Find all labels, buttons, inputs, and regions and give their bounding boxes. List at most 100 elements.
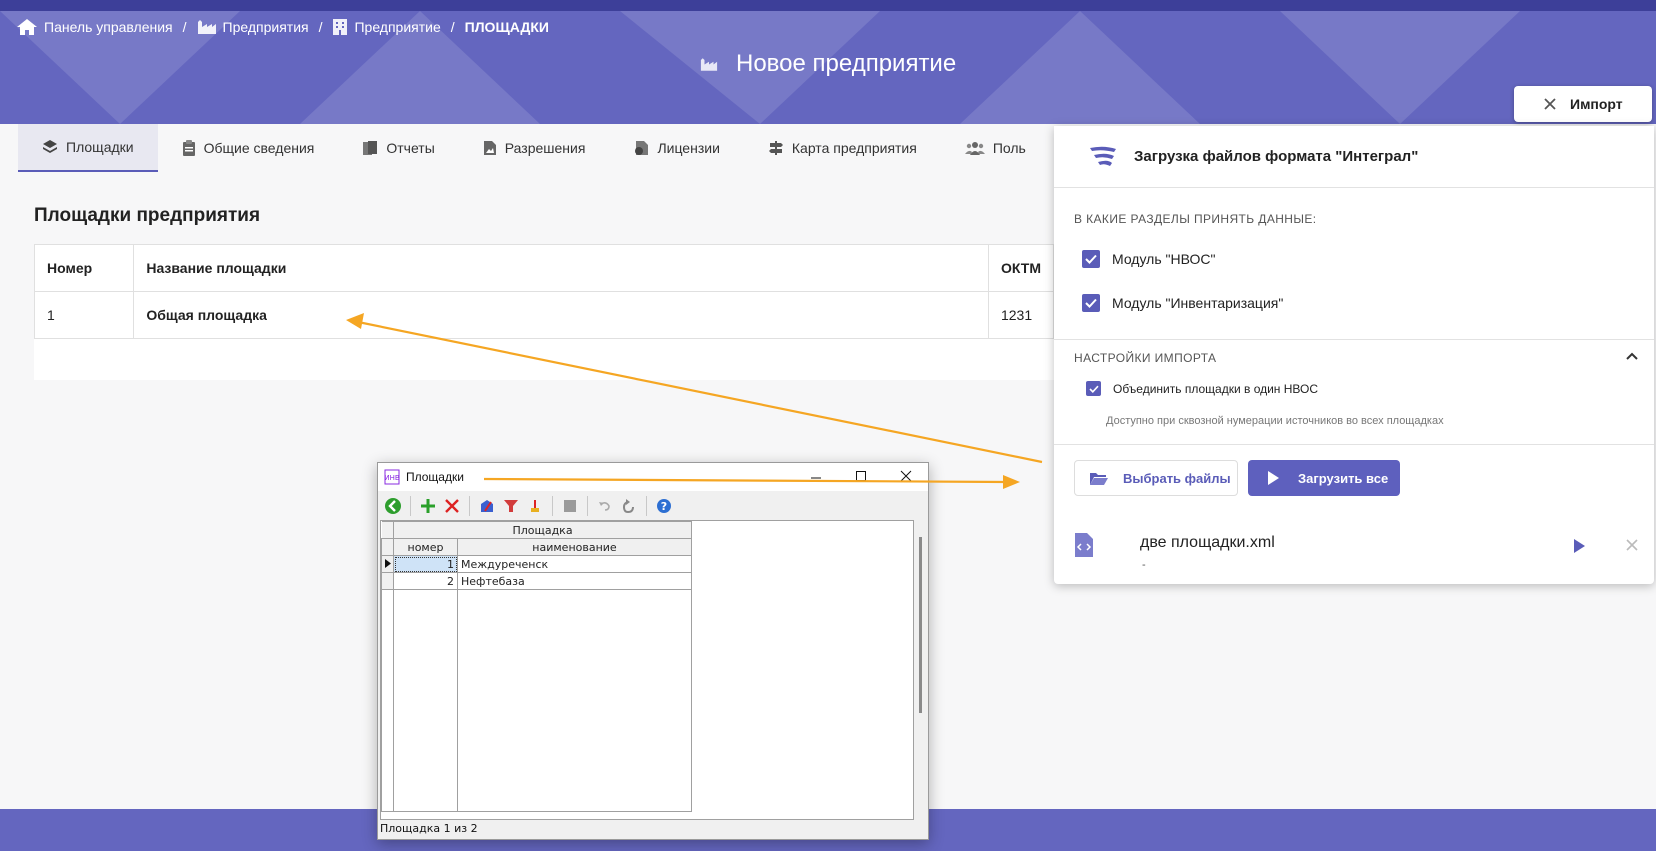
undo-button[interactable] <box>594 495 616 517</box>
cell-number[interactable]: 2 <box>393 572 458 590</box>
column-header-name[interactable]: Название площадки <box>133 244 989 292</box>
home-icon <box>17 19 37 35</box>
undo-icon <box>599 502 610 511</box>
signpost-icon <box>768 141 783 155</box>
cell-number[interactable]: 1 <box>393 555 458 573</box>
app-icon: ИНВ <box>384 469 400 485</box>
cell-name[interactable]: Нефтебаза <box>457 572 692 590</box>
users-icon <box>964 142 985 155</box>
cell-name[interactable]: Междуреченск <box>457 555 692 573</box>
checkbox-checked[interactable] <box>1082 250 1100 268</box>
svg-text:?: ? <box>661 500 667 513</box>
toolbar-separator <box>552 496 553 516</box>
help-icon: ? <box>657 499 671 513</box>
delete-button[interactable] <box>441 495 463 517</box>
edit-button[interactable] <box>476 495 498 517</box>
page-title: Новое предприятие <box>700 50 956 78</box>
sites-table: Номер Название площадки ОКТМ 1 Общая пло… <box>33 244 1055 339</box>
dialog-toolbar: ? <box>378 493 928 519</box>
close-icon <box>1544 98 1556 110</box>
sites-table-card: Номер Название площадки ОКТМ 1 Общая пло… <box>33 244 1055 380</box>
maximize-icon[interactable] <box>855 470 867 482</box>
minimize-icon[interactable] <box>810 470 822 482</box>
load-all-button[interactable]: Загрузить все <box>1248 460 1400 496</box>
table-row[interactable]: 2 Нефтебаза <box>381 572 692 590</box>
breadcrumb-item-enterprise[interactable]: Предприятие <box>332 18 441 36</box>
breadcrumb-item-enterprises[interactable]: Предприятия <box>197 19 309 35</box>
filter-button[interactable] <box>500 495 522 517</box>
module-inventory-checkbox[interactable]: Модуль "Инвентаризация" <box>1082 294 1283 312</box>
tab-licenses[interactable]: Лицензии <box>609 124 743 172</box>
module-nvos-checkbox[interactable]: Модуль "НВОС" <box>1082 250 1215 268</box>
play-icon[interactable] <box>1572 538 1586 554</box>
tab-label: Карта предприятия <box>791 140 917 156</box>
checkbox-checked[interactable] <box>1086 381 1101 396</box>
sites-dialog-window: ИНВ Площадки ? Площадка номер наименован… <box>377 462 929 840</box>
scrollbar-thumb[interactable] <box>919 537 922 713</box>
add-button[interactable] <box>417 495 439 517</box>
tab-bar: Площадки Общие сведения Отчеты Разрешени… <box>18 124 1050 172</box>
breadcrumb-label: Предприятия <box>222 19 309 35</box>
back-button[interactable] <box>382 495 404 517</box>
dialog-titlebar[interactable]: ИНВ Площадки <box>378 463 928 491</box>
choose-files-label: Выбрать файлы <box>1123 470 1231 486</box>
toolbar-separator <box>469 496 470 516</box>
tab-general-info[interactable]: Общие сведения <box>158 124 339 172</box>
merge-sites-checkbox[interactable]: Объединить площадки в один НВОС <box>1086 381 1318 396</box>
tab-label: Общие сведения <box>203 140 315 156</box>
import-panel: Загрузка файлов формата "Интеграл" В КАК… <box>1054 126 1654 584</box>
import-button[interactable]: Импорт <box>1514 86 1652 122</box>
page-title-text: Новое предприятие <box>736 50 957 77</box>
merge-hint: Доступно при сквозной нумерации источник… <box>1106 415 1444 427</box>
grid-corner <box>381 538 394 556</box>
chevron-up-icon[interactable] <box>1626 352 1638 360</box>
grid-empty-cell <box>381 589 394 812</box>
grid-column-name[interactable]: наименование <box>457 538 692 556</box>
file-item: две площадки.xml - <box>1068 526 1648 576</box>
back-arrow-icon <box>385 498 401 514</box>
save-button[interactable] <box>559 495 581 517</box>
help-button[interactable]: ? <box>653 495 675 517</box>
sort-icon <box>531 500 539 512</box>
dialog-title: Площадки <box>406 470 464 484</box>
checkbox-checked[interactable] <box>1082 294 1100 312</box>
grid-empty-area <box>381 589 692 812</box>
redo-button[interactable] <box>618 495 640 517</box>
tab-sites[interactable]: Площадки <box>18 124 158 172</box>
tab-permits[interactable]: Разрешения <box>459 124 610 172</box>
sort-button[interactable] <box>524 495 546 517</box>
tab-enterprise-map[interactable]: Карта предприятия <box>744 124 941 172</box>
breadcrumb-separator: / <box>318 19 323 35</box>
grid-column-number[interactable]: номер <box>393 538 458 556</box>
sections-label: В КАКИЕ РАЗДЕЛЫ ПРИНЯТЬ ДАННЫЕ: <box>1074 212 1317 226</box>
close-icon[interactable] <box>900 470 912 482</box>
check-icon <box>1085 254 1097 264</box>
close-icon[interactable] <box>1626 539 1638 551</box>
import-settings-label[interactable]: НАСТРОЙКИ ИМПОРТА <box>1074 351 1216 365</box>
tab-label: Лицензии <box>657 140 720 156</box>
toolbar-separator <box>410 496 411 516</box>
edit-icon <box>481 500 493 512</box>
tab-users[interactable]: Поль <box>941 124 1050 172</box>
sites-grid: Площадка номер наименование 1 Междуречен… <box>380 520 914 820</box>
clipboard-icon <box>182 140 195 156</box>
svg-text:ИНВ: ИНВ <box>384 474 400 482</box>
xml-file-icon <box>1075 533 1093 557</box>
table-row[interactable]: 1 Общая площадка 1231 <box>33 291 1055 339</box>
license-icon <box>635 141 649 155</box>
column-header-number[interactable]: Номер <box>33 244 135 292</box>
layers-icon <box>43 140 57 153</box>
folder-open-icon <box>1090 473 1108 485</box>
choose-files-button[interactable]: Выбрать файлы <box>1074 460 1238 496</box>
column-header-oktmo[interactable]: ОКТМ <box>987 244 1055 292</box>
grid-group-header-row: Площадка <box>381 521 692 539</box>
tab-reports[interactable]: Отчеты <box>338 124 458 172</box>
check-icon <box>1088 385 1099 393</box>
checkbox-label: Модуль "НВОС" <box>1112 251 1216 267</box>
breadcrumb-item-dashboard[interactable]: Панель управления <box>16 18 173 36</box>
integral-logo-icon <box>1090 146 1116 166</box>
arrow-head-icon <box>1003 475 1020 489</box>
header-banner: Панель управления / Предприятия / Предпр… <box>0 0 1656 124</box>
import-panel-title: Загрузка файлов формата "Интеграл" <box>1134 148 1419 165</box>
table-row[interactable]: 1 Междуреченск <box>381 555 692 573</box>
